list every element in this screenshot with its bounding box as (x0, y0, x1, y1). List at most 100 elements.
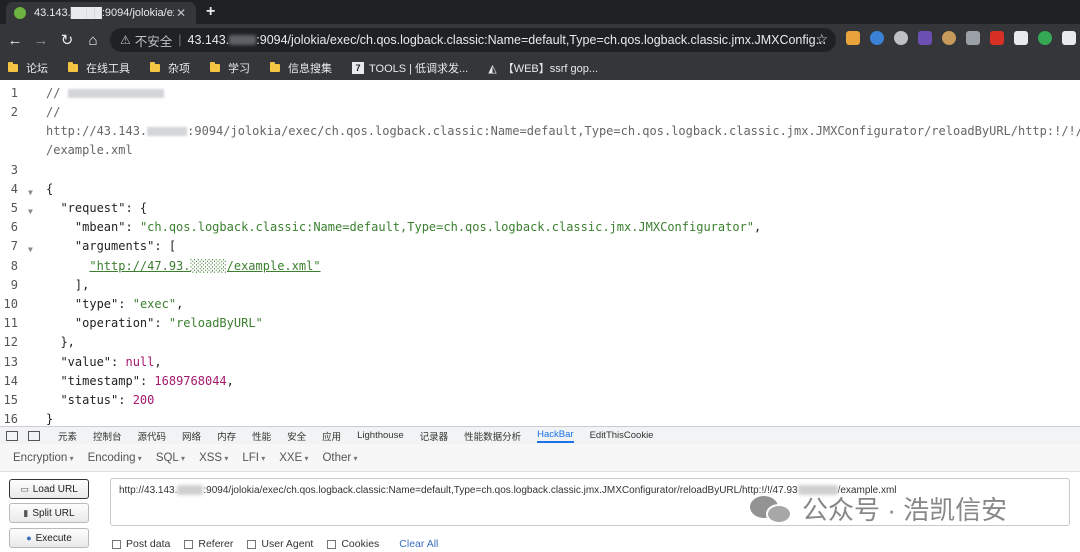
code-line: } (46, 412, 54, 426)
folder-icon (8, 62, 18, 72)
url-rest: :9094/jolokia/exec/ch.qos.logback.classi… (256, 33, 826, 47)
tab-memory[interactable]: 内存 (217, 429, 236, 443)
line-number: 6 (10, 220, 18, 234)
tab-application[interactable]: 应用 (322, 429, 341, 443)
bookmark-tools[interactable]: 7 TOOLS | 低调求发... (352, 60, 468, 76)
cookie-icon[interactable] (942, 31, 956, 45)
menu-sql[interactable]: SQL (156, 452, 185, 464)
close-icon[interactable]: ✕ (174, 6, 188, 20)
badge-extension-icon[interactable] (918, 31, 932, 45)
tab-performance-insights[interactable]: 性能数据分析 (464, 429, 521, 443)
code-extension-icon[interactable] (1014, 31, 1028, 45)
circle-extension-icon[interactable] (894, 31, 908, 45)
fold-toggle-icon[interactable]: ▼ (28, 188, 33, 197)
home-icon[interactable]: ⌂ (80, 27, 106, 53)
device-toggle-icon[interactable] (28, 430, 40, 441)
load-url-button[interactable]: ▭ Load URL (9, 479, 89, 499)
record-icon[interactable] (990, 31, 1004, 45)
back-arrow-icon[interactable]: ← (2, 27, 28, 53)
tab-strip: 43.143.████:9094/jolokia/exec ✕ + (0, 0, 1080, 24)
bookmark-forum[interactable]: 论坛 (8, 60, 48, 76)
tab-network[interactable]: 网络 (182, 429, 201, 443)
line-number: 16 (3, 412, 18, 426)
tab-security[interactable]: 安全 (287, 429, 306, 443)
tab-elements[interactable]: 元素 (58, 429, 77, 443)
load-icon: ▭ (20, 483, 29, 494)
code-line: "type": "exec", (74, 297, 184, 311)
proxy-icon[interactable] (966, 31, 980, 45)
line-number: 9 (10, 278, 18, 292)
inspect-icon[interactable] (6, 430, 18, 441)
bookmark-ssrf[interactable]: ◭ 【WEB】ssrf gop... (488, 60, 598, 76)
clear-all-button[interactable]: Clear All (399, 538, 438, 550)
watermark-text: 公众号 · 浩凯信安 (802, 495, 1008, 525)
tab-hackbar[interactable]: HackBar (537, 429, 573, 443)
line-number: 4 (10, 182, 18, 196)
code-line: { (46, 182, 54, 196)
folder-icon (150, 62, 160, 72)
tab-sources[interactable]: 源代码 (138, 429, 167, 443)
example-xml-link[interactable]: "http://47.93.░░░░░/example.xml" (89, 259, 320, 273)
watermark: 公众号 · 浩凯信安 (750, 490, 1007, 527)
user-agent-checkbox[interactable] (247, 539, 257, 549)
cookies-checkbox[interactable] (327, 539, 337, 549)
line-number: 5 (10, 201, 18, 215)
menu-xss[interactable]: XSS (199, 452, 228, 464)
new-tab-icon[interactable]: + (206, 3, 215, 21)
reload-icon[interactable]: ↻ (54, 27, 80, 53)
line-number: 11 (3, 316, 18, 330)
split-url-button[interactable]: ▮ Split URL (9, 503, 89, 523)
bookmark-info-gathering[interactable]: 信息搜集 (270, 60, 332, 76)
wechat-logo-icon (750, 492, 794, 526)
menu-encoding[interactable]: Encoding (88, 452, 142, 464)
bookmark-misc[interactable]: 杂项 (150, 60, 190, 76)
json-viewer: 1 2 3 4 5 6 7 8 9 10 11 12 13 14 15 16 ▼… (0, 80, 1080, 426)
tab-recorder[interactable]: 记录器 (420, 429, 449, 443)
redacted-text (229, 35, 257, 45)
menu-encryption[interactable]: Encryption (13, 452, 74, 464)
code-line: ], (46, 278, 90, 292)
address-bar[interactable]: ⚠ 不安全 | 43.143. :9094/jolokia/exec/ch.qo… (110, 28, 836, 52)
location-icon[interactable] (870, 31, 884, 45)
green-extension-icon[interactable] (1038, 31, 1052, 45)
fold-toggle-icon[interactable]: ▼ (28, 245, 33, 254)
code-line: "timestamp": 1689768044, (60, 374, 234, 388)
menu-other[interactable]: Other (322, 452, 357, 464)
line-number: 12 (3, 335, 18, 349)
bookmark-star-icon[interactable]: ☆ (815, 31, 828, 48)
puzzle-icon[interactable] (1062, 31, 1076, 45)
forward-arrow-icon[interactable]: → (28, 27, 54, 53)
extensions-area (846, 31, 1076, 45)
referer-option[interactable]: Referer (184, 538, 233, 550)
fold-toggle-icon[interactable]: ▼ (28, 207, 33, 216)
execute-button[interactable]: ● Execute (9, 528, 89, 548)
user-agent-option[interactable]: User Agent (247, 538, 313, 550)
bookmark-online-tools[interactable]: 在线工具 (68, 60, 130, 76)
bookmark-study[interactable]: 学习 (210, 60, 250, 76)
code-line: "value": null, (60, 355, 162, 369)
menu-xxe[interactable]: XXE (279, 452, 308, 464)
browser-toolbar: ← → ↻ ⌂ ⚠ 不安全 | 43.143. :9094/jolokia/ex… (0, 24, 1080, 56)
line-number: 3 (10, 163, 18, 177)
spring-leaf-icon (14, 7, 26, 19)
redacted-text (147, 127, 188, 136)
folder-icon (270, 62, 280, 72)
post-data-checkbox[interactable] (112, 539, 121, 549)
referer-checkbox[interactable] (184, 539, 194, 549)
tab-lighthouse[interactable]: Lighthouse (357, 430, 403, 441)
separator: | (178, 33, 182, 47)
tab-console[interactable]: 控制台 (93, 429, 122, 443)
menu-lfi[interactable]: LFI (242, 452, 265, 464)
bookmarks-bar: 论坛 在线工具 杂项 学习 信息搜集 7 TOOLS | 低调求发... ◭ 【WE… (0, 56, 1080, 80)
line-number: 1 (10, 86, 18, 100)
devtools-tab-bar: 元素 控制台 源代码 网络 内存 性能 安全 应用 Lighthouse 记录器… (0, 426, 1080, 444)
browser-tab[interactable]: 43.143.████:9094/jolokia/exec ✕ (6, 2, 196, 24)
cookies-option[interactable]: Cookies (327, 538, 379, 550)
post-data-option[interactable]: Post data (112, 538, 170, 550)
download-icon[interactable] (846, 31, 860, 45)
code-line: /example.xml (46, 143, 133, 157)
tab-editthiscookie[interactable]: EditThisCookie (590, 430, 654, 441)
github-cat-icon: ◭ (488, 62, 497, 75)
split-icon: ▮ (23, 507, 29, 518)
tab-performance[interactable]: 性能 (252, 429, 271, 443)
